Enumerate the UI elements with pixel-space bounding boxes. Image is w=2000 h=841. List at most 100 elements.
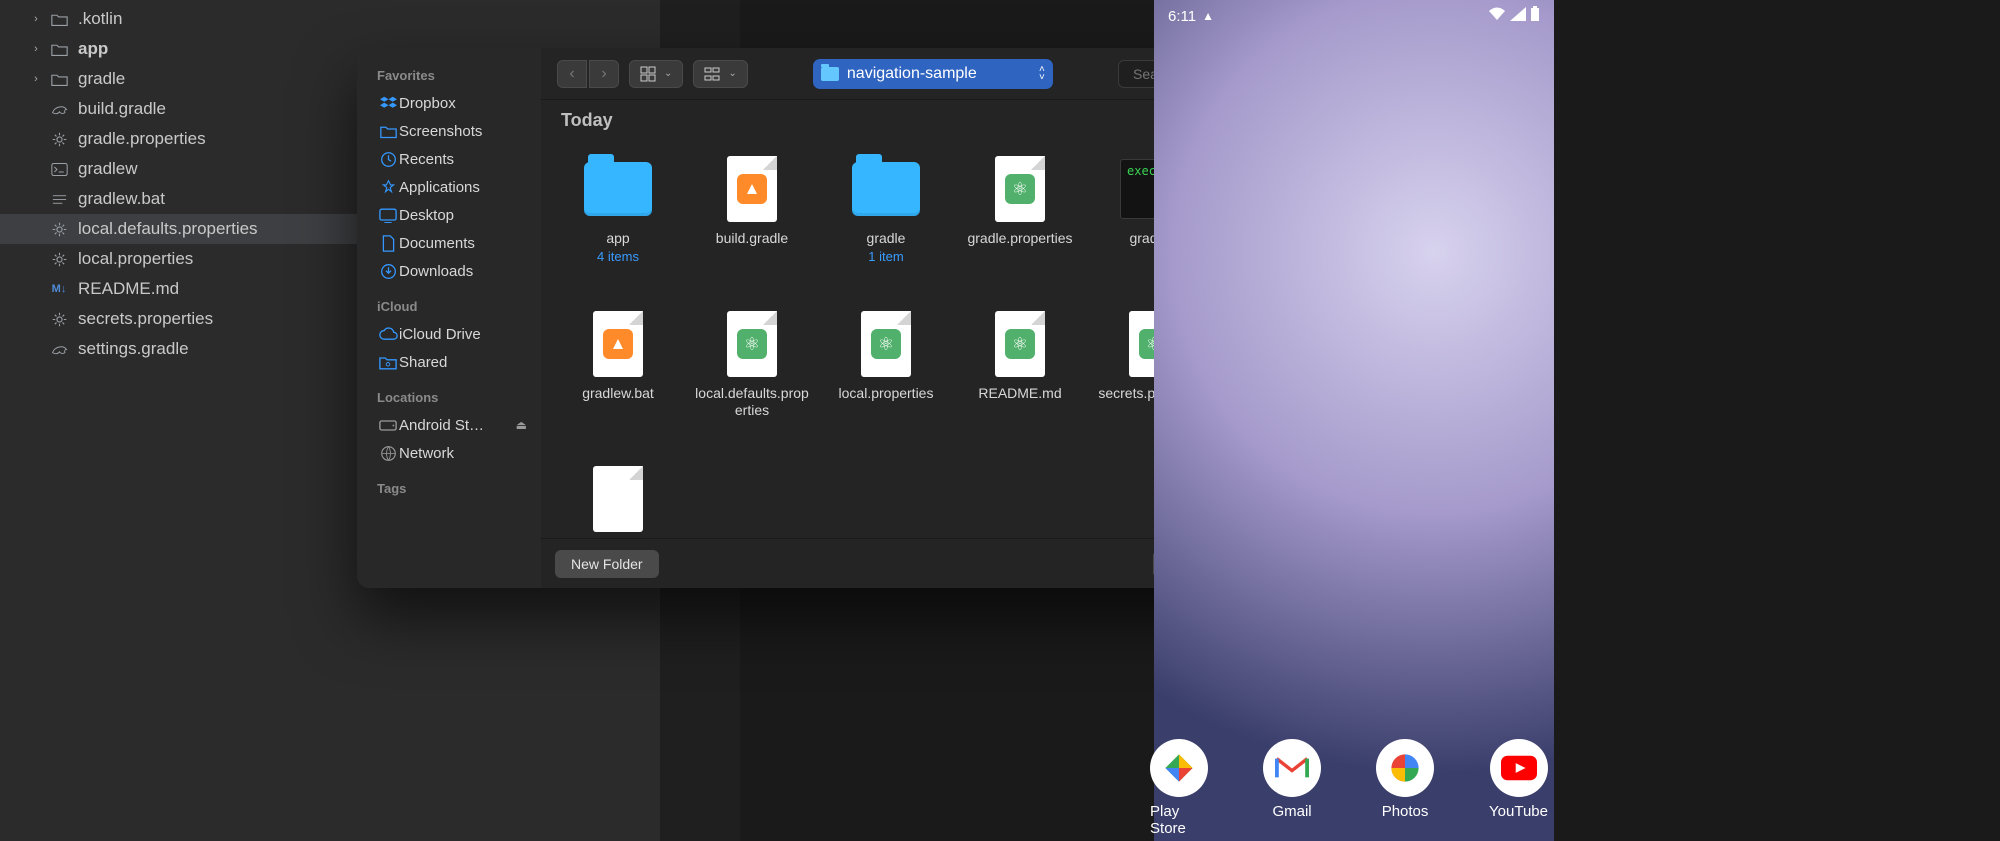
app-icon — [1376, 739, 1434, 797]
disclosure-chevron-icon[interactable]: › — [28, 13, 44, 25]
file-item[interactable] — [551, 456, 685, 538]
file-name-label: local.properties — [839, 385, 934, 402]
file-item[interactable]: gradlew.bat — [551, 301, 685, 456]
sidebar-section-header: iCloud — [377, 299, 533, 314]
desktop-icon — [377, 208, 399, 223]
file-item[interactable]: app 4 items — [551, 146, 685, 301]
file-type-icon: M↓ — [48, 283, 70, 295]
file-thumb-icon: ⚛ — [985, 309, 1055, 379]
folder-icon — [377, 124, 399, 139]
tree-item-label: gradle.properties — [78, 129, 206, 149]
app-icon — [1490, 739, 1548, 797]
file-type-icon — [48, 191, 70, 208]
file-name-label: app — [606, 230, 629, 247]
cloud-icon — [377, 327, 399, 341]
dock-app[interactable]: Gmail — [1263, 739, 1321, 837]
disclosure-chevron-icon[interactable]: › — [28, 73, 44, 85]
tree-item-label: gradlew.bat — [78, 189, 165, 209]
sidebar-item-label: Desktop — [399, 207, 454, 224]
file-name-label: build.gradle — [716, 230, 788, 247]
section-header: Today — [561, 110, 613, 131]
app-label: YouTube — [1489, 803, 1548, 820]
group-mode-button[interactable]: ⌄ — [693, 60, 747, 88]
sidebar-item-label: Shared — [399, 354, 447, 371]
dock-app[interactable]: YouTube — [1489, 739, 1548, 837]
sidebar-item[interactable]: Screenshots — [375, 117, 533, 145]
android-emulator: 6:11 ▲ Play StoreGmailPhotosYouTube — [1154, 0, 1554, 841]
sidebar-section-header: Tags — [377, 481, 533, 496]
apps-icon — [377, 179, 399, 196]
file-item[interactable]: ⚛ README.md — [953, 301, 1087, 456]
nav-back-button[interactable]: ‹ — [557, 60, 587, 88]
file-thumb-icon — [583, 464, 653, 534]
file-item[interactable]: build.gradle — [685, 146, 819, 301]
dock-app[interactable]: Play Store — [1150, 739, 1208, 837]
app-icon — [1150, 739, 1208, 797]
sidebar-item[interactable]: iCloud Drive — [375, 320, 533, 348]
file-subtitle: 4 items — [597, 249, 639, 264]
sharedfolder-icon — [377, 355, 399, 370]
file-subtitle: 1 item — [868, 249, 903, 264]
tree-item-label: .kotlin — [78, 9, 122, 29]
file-type-icon — [48, 131, 70, 148]
sidebar-item[interactable]: Dropbox — [375, 89, 533, 117]
file-type-icon — [48, 161, 70, 178]
status-notification-icon: ▲ — [1202, 9, 1214, 23]
sidebar-item[interactable]: Recents — [375, 145, 533, 173]
file-type-icon — [48, 221, 70, 238]
sidebar-item-label: Documents — [399, 235, 475, 252]
tree-item-label: local.defaults.properties — [78, 219, 258, 239]
path-dropdown[interactable]: navigation-sample ˄˅ — [813, 59, 1053, 89]
app-label: Play Store — [1150, 803, 1208, 837]
tree-item-label: gradle — [78, 69, 125, 89]
tree-item-label: secrets.properties — [78, 309, 213, 329]
sidebar-item[interactable]: Documents — [375, 229, 533, 257]
sidebar-item-label: Downloads — [399, 263, 473, 280]
file-type-icon — [48, 341, 70, 358]
sidebar-item[interactable]: Network — [375, 439, 533, 467]
dropbox-icon — [377, 95, 399, 112]
sidebar-item-label: Dropbox — [399, 95, 456, 112]
dialog-sidebar: Favorites Dropbox Screenshots Recents Applic… — [357, 48, 541, 588]
file-thumb-icon: ⚛ — [985, 154, 1055, 224]
sidebar-item-label: Network — [399, 445, 454, 462]
app-label: Gmail — [1272, 803, 1311, 820]
file-item[interactable]: ⚛ gradle.properties — [953, 146, 1087, 301]
file-type-icon — [48, 251, 70, 268]
file-item[interactable]: gradle1 item — [819, 146, 953, 301]
chevron-updown-icon: ˄˅ — [1039, 66, 1045, 82]
app-icon — [1263, 739, 1321, 797]
tree-item[interactable]: › .kotlin — [0, 4, 660, 34]
clock-icon — [377, 151, 399, 168]
file-thumb-icon: ⚛ — [717, 309, 787, 379]
sidebar-item[interactable]: Applications — [375, 173, 533, 201]
phone-dock: Play Store Gmail Photos YouTube — [1150, 739, 1548, 837]
sidebar-item-label: iCloud Drive — [399, 326, 481, 343]
file-name-label: gradle.properties — [967, 230, 1072, 247]
doc-icon — [377, 235, 399, 252]
eject-icon[interactable]: ⏏ — [516, 418, 527, 432]
sidebar-item[interactable]: Desktop — [375, 201, 533, 229]
file-item[interactable]: ⚛local.defaults.properties — [685, 301, 819, 456]
disclosure-chevron-icon[interactable]: › — [28, 43, 44, 55]
sidebar-item-label: Recents — [399, 151, 454, 168]
disk-icon — [377, 419, 399, 432]
new-folder-button[interactable]: New Folder — [555, 550, 659, 578]
file-name-label: README.md — [978, 385, 1061, 402]
sidebar-item[interactable]: Android St… ⏏ — [375, 411, 533, 439]
sidebar-item[interactable]: Downloads — [375, 257, 533, 285]
sidebar-item-label: Android St… — [399, 417, 484, 434]
nav-forward-button[interactable]: › — [589, 60, 619, 88]
dock-app[interactable]: Photos — [1376, 739, 1434, 837]
app-label: Photos — [1382, 803, 1429, 820]
signal-icon — [1510, 7, 1526, 25]
tree-item-label: gradlew — [78, 159, 138, 179]
sidebar-section-header: Locations — [377, 390, 533, 405]
file-thumb-icon: ⚛ — [851, 309, 921, 379]
sidebar-section-header: Favorites — [377, 68, 533, 83]
file-item[interactable]: ⚛ local.properties — [819, 301, 953, 456]
tree-item-label: build.gradle — [78, 99, 166, 119]
view-mode-icon-button[interactable]: ⌄ — [629, 60, 683, 88]
file-thumb-icon — [851, 154, 921, 224]
sidebar-item[interactable]: Shared — [375, 348, 533, 376]
